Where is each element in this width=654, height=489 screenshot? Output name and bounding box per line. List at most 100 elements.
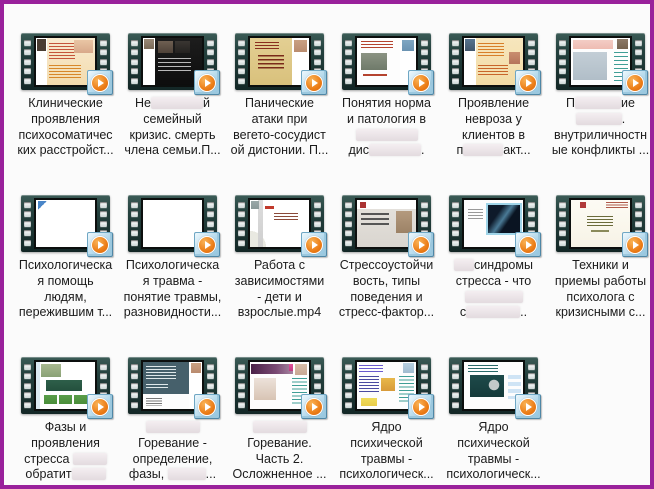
- video-thumbnail[interactable]: [235, 195, 324, 252]
- play-circle-icon: [626, 74, 644, 92]
- video-thumbnail[interactable]: [21, 195, 110, 252]
- file-name-text: ких расстройст...: [17, 143, 113, 157]
- video-thumbnail[interactable]: [449, 357, 538, 414]
- file-name-text: Горевание -: [138, 436, 207, 450]
- film-sprocket-holes-left: [21, 195, 34, 252]
- play-icon[interactable]: [194, 394, 220, 419]
- redaction-box: [465, 291, 523, 303]
- play-triangle-icon: [98, 79, 104, 87]
- video-file-item[interactable]: Паническиеатаки привегето-сосудистой дис…: [226, 33, 333, 195]
- file-name-label: Техники иприемы работыпсихолога скризисн…: [548, 258, 654, 321]
- file-name-text: понятие травмы,: [124, 290, 222, 304]
- video-file-item[interactable]: синдромыстресса - чтос..: [440, 195, 547, 357]
- video-thumbnail[interactable]: [342, 195, 431, 252]
- video-file-item[interactable]: Нейсемейныйкризис. смертьчлена семьи.П..…: [119, 33, 226, 195]
- file-name-text: вегето-сосудист: [233, 128, 326, 142]
- file-name-text: .: [622, 112, 625, 126]
- play-icon[interactable]: [87, 232, 113, 257]
- play-triangle-icon: [419, 403, 425, 411]
- video-file-item[interactable]: Пие.внутриличностные конфликты ...: [547, 33, 654, 195]
- film-sprocket-holes-left: [128, 195, 141, 252]
- video-file-item[interactable]: Проявлениеневроза уклиентов впакт...: [440, 33, 547, 195]
- file-name-text: Не: [135, 96, 151, 110]
- redaction-box: [72, 468, 106, 480]
- play-icon[interactable]: [515, 394, 541, 419]
- video-file-item[interactable]: Фазы ипроявлениястресса обратит: [12, 357, 119, 489]
- play-triangle-icon: [633, 79, 639, 87]
- file-name-text: Ядро: [371, 420, 401, 434]
- video-file-item[interactable]: Техники иприемы работыпсихолога скризисн…: [547, 195, 654, 357]
- film-sprocket-holes-left: [342, 195, 355, 252]
- file-name-label: Психологическая травма -понятие травмы,р…: [120, 258, 226, 321]
- file-name-text: Ядро: [478, 420, 508, 434]
- file-name-text: поведения и: [350, 290, 422, 304]
- video-file-item[interactable]: Клиническиепроявленияпсихосоматических р…: [12, 33, 119, 195]
- video-file-item[interactable]: Работа сзависимостями- дети ивзрослые.mp…: [226, 195, 333, 357]
- play-icon[interactable]: [408, 70, 434, 95]
- file-name-text: психической: [350, 436, 423, 450]
- file-name-text: клиентов в: [462, 128, 525, 142]
- video-file-item[interactable]: Горевание -определение,фазы, ...: [119, 357, 226, 489]
- play-circle-icon: [412, 74, 430, 92]
- play-circle-icon: [305, 236, 323, 254]
- video-thumbnail[interactable]: [342, 357, 431, 414]
- video-thumbnail[interactable]: [128, 195, 217, 252]
- play-icon[interactable]: [301, 70, 327, 95]
- file-name-text: приемы работы: [555, 274, 646, 288]
- file-name-text: психологическ...: [339, 467, 433, 481]
- play-icon[interactable]: [515, 70, 541, 95]
- file-name-text: стресса - что: [456, 274, 532, 288]
- play-triangle-icon: [98, 241, 104, 249]
- video-thumbnail[interactable]: [21, 357, 110, 414]
- play-icon[interactable]: [301, 394, 327, 419]
- video-thumbnail[interactable]: [235, 33, 324, 90]
- play-icon[interactable]: [515, 232, 541, 257]
- film-sprocket-holes-left: [235, 195, 248, 252]
- video-thumbnail[interactable]: [556, 33, 645, 90]
- file-name-text: атаки при: [252, 112, 308, 126]
- video-file-item[interactable]: Стрессоустойчивость, типыповедения истре…: [333, 195, 440, 357]
- film-sprocket-holes-left: [21, 33, 34, 90]
- video-file-item[interactable]: Ядропсихическойтравмы -психологическ...: [440, 357, 547, 489]
- file-name-text: стресса: [24, 452, 73, 466]
- video-thumbnail[interactable]: [449, 195, 538, 252]
- film-sprocket-holes-left: [128, 33, 141, 90]
- play-icon[interactable]: [194, 232, 220, 257]
- file-name-text: Психологическа: [126, 258, 219, 272]
- video-file-item[interactable]: Психологическая помощьлюдям,пережившим т…: [12, 195, 119, 357]
- file-name-label: Ядро психической травмы -психологическ...: [334, 420, 440, 483]
- video-thumbnail[interactable]: [128, 33, 217, 90]
- video-file-item[interactable]: Горевание.Часть 2.Осложненное ...: [226, 357, 333, 489]
- play-icon[interactable]: [87, 394, 113, 419]
- file-name-text: Понятия норма: [342, 96, 431, 110]
- file-name-text: - дети и: [257, 290, 302, 304]
- file-name-text: психической: [457, 436, 530, 450]
- play-icon[interactable]: [194, 70, 220, 95]
- video-thumbnail[interactable]: [128, 357, 217, 414]
- play-icon[interactable]: [408, 394, 434, 419]
- play-icon[interactable]: [408, 232, 434, 257]
- file-name-label: Горевание -определение,фазы, ...: [120, 420, 226, 483]
- play-icon[interactable]: [87, 70, 113, 95]
- video-thumbnail[interactable]: [21, 33, 110, 90]
- video-file-item[interactable]: Ядро психической травмы -психологическ...: [333, 357, 440, 489]
- video-thumbnail[interactable]: [235, 357, 324, 414]
- video-file-item[interactable]: Психологическая травма -понятие травмы,р…: [119, 195, 226, 357]
- play-icon[interactable]: [622, 70, 648, 95]
- video-thumbnail[interactable]: [556, 195, 645, 252]
- play-icon[interactable]: [622, 232, 648, 257]
- video-library-window: Клиническиепроявленияпсихосоматических р…: [0, 0, 654, 489]
- file-name-text: Проявление: [458, 96, 529, 110]
- play-icon[interactable]: [301, 232, 327, 257]
- video-thumbnail[interactable]: [342, 33, 431, 90]
- file-name-text: .: [421, 143, 424, 157]
- video-file-item[interactable]: Понятия нормаи патология вдис.: [333, 33, 440, 195]
- video-thumbnail[interactable]: [449, 33, 538, 90]
- file-name-text: зависимостями: [235, 274, 324, 288]
- play-circle-icon: [305, 398, 323, 416]
- file-name-text: внутриличностн: [554, 128, 647, 142]
- file-name-text: кризисными с...: [556, 305, 646, 319]
- play-triangle-icon: [633, 241, 639, 249]
- file-name-text: травмы -: [361, 452, 412, 466]
- file-name-text: людям,: [44, 290, 87, 304]
